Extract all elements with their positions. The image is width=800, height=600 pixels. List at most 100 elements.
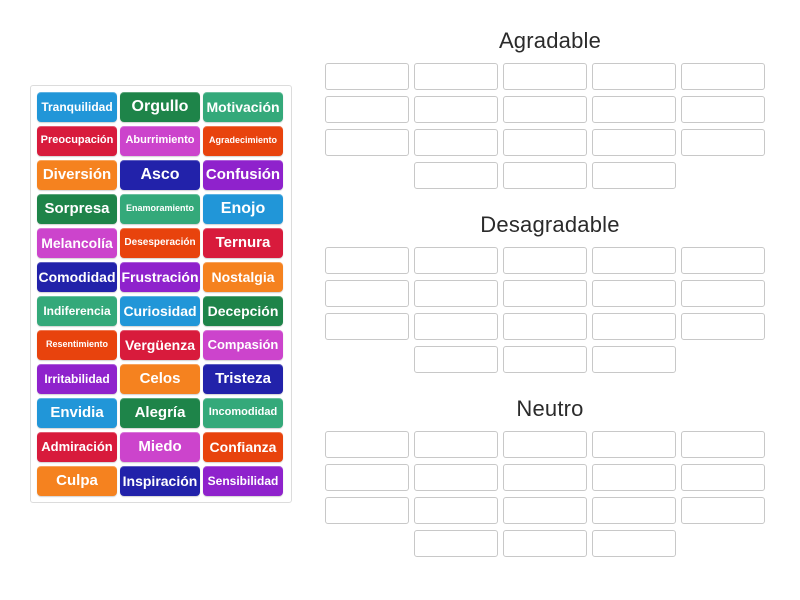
drop-slot[interactable] [503, 313, 587, 340]
word-tile[interactable]: Tristeza [203, 364, 283, 394]
word-tile-tray: Tranquilidad Orgullo Motivación Preocupació… [30, 85, 292, 503]
drop-slot[interactable] [681, 129, 765, 156]
word-tile[interactable]: Decepción [203, 296, 283, 326]
word-tile[interactable]: Vergüenza [120, 330, 200, 360]
drop-slot[interactable] [325, 129, 409, 156]
drop-slot[interactable] [414, 247, 498, 274]
word-tile-label: Indiferencia [43, 303, 111, 318]
drop-slot[interactable] [414, 497, 498, 524]
word-tile[interactable]: Orgullo [120, 92, 200, 122]
word-tile[interactable]: Alegría [120, 398, 200, 428]
drop-slot[interactable] [681, 497, 765, 524]
word-tile[interactable]: Enamoramiento [120, 194, 200, 224]
word-tile[interactable]: Miedo [120, 432, 200, 462]
drop-slot[interactable] [414, 530, 498, 557]
drop-slot[interactable] [681, 280, 765, 307]
word-tile[interactable]: Curiosidad [120, 296, 200, 326]
drop-slot[interactable] [592, 530, 676, 557]
drop-slot[interactable] [681, 247, 765, 274]
word-tile-label: Preocupación [40, 134, 114, 147]
drop-slot[interactable] [325, 96, 409, 123]
drop-slot[interactable] [503, 497, 587, 524]
drop-slot[interactable] [681, 313, 765, 340]
drop-slot[interactable] [592, 162, 676, 189]
word-tile[interactable]: Indiferencia [37, 296, 117, 326]
drop-slot[interactable] [325, 63, 409, 90]
word-tile[interactable]: Diversión [37, 160, 117, 190]
drop-slot[interactable] [414, 63, 498, 90]
word-tile[interactable]: Preocupación [37, 126, 117, 156]
word-tile[interactable]: Enojo [203, 194, 283, 224]
drop-slot[interactable] [503, 129, 587, 156]
drop-slot[interactable] [503, 162, 587, 189]
word-tile[interactable]: Tranquilidad [37, 92, 117, 122]
word-tile-label: Agradecimiento [208, 135, 277, 146]
word-tile[interactable]: Resentimiento [37, 330, 117, 360]
word-tile[interactable]: Frustración [120, 262, 200, 292]
drop-slot[interactable] [681, 63, 765, 90]
drop-slot[interactable] [503, 63, 587, 90]
word-tile[interactable]: Melancolía [37, 228, 117, 258]
word-tile[interactable]: Irritabilidad [37, 364, 117, 394]
drop-slot[interactable] [414, 464, 498, 491]
drop-slot[interactable] [414, 96, 498, 123]
word-tile-label: Confusión [205, 166, 281, 184]
word-tile-label: Ternura [215, 234, 271, 252]
word-tile[interactable]: Desesperación [120, 228, 200, 258]
drop-slot[interactable] [592, 280, 676, 307]
drop-slot[interactable] [592, 96, 676, 123]
word-tile[interactable]: Asco [120, 160, 200, 190]
drop-slot[interactable] [325, 247, 409, 274]
drop-slot[interactable] [503, 530, 587, 557]
drop-slot[interactable] [325, 464, 409, 491]
drop-slot[interactable] [592, 497, 676, 524]
drop-slot[interactable] [325, 431, 409, 458]
drop-slot[interactable] [592, 464, 676, 491]
drop-slot[interactable] [503, 247, 587, 274]
drop-slot[interactable] [503, 346, 587, 373]
word-tile-label: Inspiración [122, 472, 198, 489]
drop-slot[interactable] [325, 497, 409, 524]
drop-slot[interactable] [414, 313, 498, 340]
word-tile[interactable]: Compasión [203, 330, 283, 360]
drop-slot[interactable] [414, 431, 498, 458]
drop-slot[interactable] [592, 63, 676, 90]
drop-slot[interactable] [681, 464, 765, 491]
drop-slot[interactable] [592, 129, 676, 156]
drop-slot[interactable] [592, 431, 676, 458]
word-tile[interactable]: Inspiración [120, 466, 200, 496]
word-tile[interactable]: Confianza [203, 432, 283, 462]
word-tile[interactable]: Sorpresa [37, 194, 117, 224]
drop-slot[interactable] [503, 464, 587, 491]
drop-slot[interactable] [325, 313, 409, 340]
word-tile[interactable]: Ternura [203, 228, 283, 258]
word-tile[interactable]: Incomodidad [203, 398, 283, 428]
word-tile-label: Melancolía [41, 234, 113, 251]
word-tile[interactable]: Agradecimiento [203, 126, 283, 156]
drop-slot[interactable] [592, 313, 676, 340]
drop-slot[interactable] [681, 96, 765, 123]
drop-slot[interactable] [681, 431, 765, 458]
word-tile[interactable]: Nostalgia [203, 262, 283, 292]
word-tile-label: Frustración [121, 268, 199, 285]
drop-slot[interactable] [592, 346, 676, 373]
word-tile[interactable]: Confusión [203, 160, 283, 190]
word-tile[interactable]: Envidia [37, 398, 117, 428]
word-tile[interactable]: Comodidad [37, 262, 117, 292]
word-tile[interactable]: Aburrimiento [120, 126, 200, 156]
word-tile[interactable]: Sensibilidad [203, 466, 283, 496]
drop-slot[interactable] [325, 280, 409, 307]
drop-slot[interactable] [503, 280, 587, 307]
word-tile[interactable]: Culpa [37, 466, 117, 496]
word-tile[interactable]: Celos [120, 364, 200, 394]
word-tile-label: Decepción [207, 302, 279, 319]
word-tile[interactable]: Motivación [203, 92, 283, 122]
drop-slot[interactable] [503, 96, 587, 123]
word-tile[interactable]: Admiración [37, 432, 117, 462]
drop-slot[interactable] [503, 431, 587, 458]
drop-slot[interactable] [592, 247, 676, 274]
drop-slot[interactable] [414, 280, 498, 307]
drop-slot[interactable] [414, 162, 498, 189]
drop-slot[interactable] [414, 346, 498, 373]
drop-slot[interactable] [414, 129, 498, 156]
